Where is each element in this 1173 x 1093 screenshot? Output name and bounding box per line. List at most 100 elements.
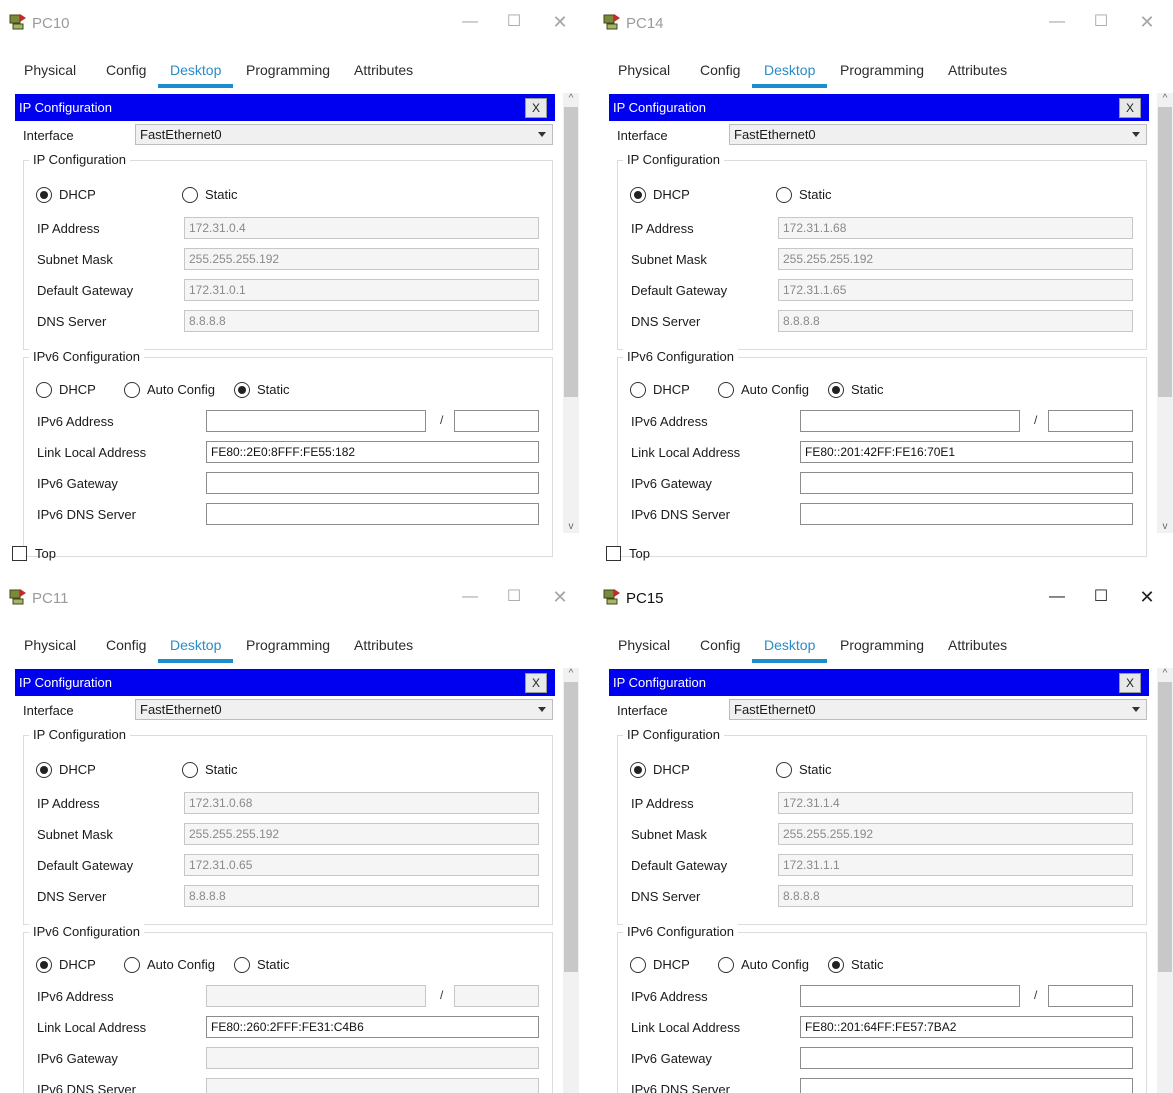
ipv4-static-radio[interactable]: Static — [182, 185, 238, 205]
tab-physical[interactable]: Physical — [618, 637, 670, 653]
dialog-close-button[interactable]: X — [525, 673, 547, 693]
title-bar[interactable]: PC15 — ☐ ✕ — [594, 575, 1173, 621]
ipv6-prefix-field[interactable] — [1048, 985, 1133, 1007]
ip-address-field[interactable]: 172.31.0.4 — [184, 217, 539, 239]
scrollbar[interactable]: ^ v — [563, 668, 579, 1093]
ipv4-dhcp-radio[interactable]: DHCP — [630, 185, 690, 205]
ipv4-dhcp-radio[interactable]: DHCP — [36, 760, 96, 780]
default-gateway-field[interactable]: 172.31.0.65 — [184, 854, 539, 876]
subnet-mask-field[interactable]: 255.255.255.192 — [184, 823, 539, 845]
link-local-field[interactable]: FE80::201:42FF:FE16:70E1 — [800, 441, 1133, 463]
dialog-close-button[interactable]: X — [1119, 673, 1141, 693]
tab-attributes[interactable]: Attributes — [948, 637, 1007, 653]
link-local-field[interactable]: FE80::2E0:8FFF:FE55:182 — [206, 441, 539, 463]
ip-address-field[interactable]: 172.31.1.4 — [778, 792, 1133, 814]
scroll-up-icon[interactable]: ^ — [565, 93, 577, 105]
subnet-mask-field[interactable]: 255.255.255.192 — [778, 823, 1133, 845]
ip-address-field[interactable]: 172.31.0.68 — [184, 792, 539, 814]
title-bar[interactable]: PC14 — ☐ ✕ — [594, 0, 1173, 46]
ipv6-static-radio[interactable]: Static — [234, 380, 290, 400]
dns-server-field[interactable]: 8.8.8.8 — [778, 310, 1133, 332]
ipv6-static-radio[interactable]: Static — [828, 380, 884, 400]
ipv6-dns-field[interactable] — [800, 503, 1133, 525]
interface-select[interactable]: FastEthernet0 — [135, 699, 553, 720]
ipv6-dhcp-radio[interactable]: DHCP — [36, 955, 96, 975]
ipv6-dns-field[interactable] — [206, 1078, 539, 1093]
interface-select[interactable]: FastEthernet0 — [135, 124, 553, 145]
link-local-field[interactable]: FE80::260:2FFF:FE31:C4B6 — [206, 1016, 539, 1038]
scroll-thumb[interactable] — [1158, 682, 1172, 972]
scroll-thumb[interactable] — [564, 107, 578, 397]
interface-select[interactable]: FastEthernet0 — [729, 124, 1147, 145]
title-bar[interactable]: PC10 — ☐ ✕ — [0, 0, 586, 46]
ipv4-dhcp-radio[interactable]: DHCP — [36, 185, 96, 205]
scroll-up-icon[interactable]: ^ — [565, 668, 577, 680]
ipv4-static-radio[interactable]: Static — [182, 760, 238, 780]
tab-physical[interactable]: Physical — [24, 62, 76, 78]
tab-desktop[interactable]: Desktop — [157, 62, 234, 88]
ipv6-dns-field[interactable] — [206, 503, 539, 525]
minimize-button[interactable]: — — [1037, 10, 1077, 34]
default-gateway-field[interactable]: 172.31.0.1 — [184, 279, 539, 301]
tab-programming[interactable]: Programming — [840, 62, 924, 78]
dns-server-field[interactable]: 8.8.8.8 — [184, 885, 539, 907]
interface-select[interactable]: FastEthernet0 — [729, 699, 1147, 720]
tab-programming[interactable]: Programming — [246, 62, 330, 78]
ipv6-dhcp-radio[interactable]: DHCP — [36, 380, 96, 400]
scrollbar[interactable]: ^ v — [1157, 668, 1173, 1093]
tab-programming[interactable]: Programming — [246, 637, 330, 653]
link-local-field[interactable]: FE80::201:64FF:FE57:7BA2 — [800, 1016, 1133, 1038]
ipv6-dhcp-radio[interactable]: DHCP — [630, 955, 690, 975]
minimize-button[interactable]: — — [450, 585, 490, 609]
ipv6-gateway-field[interactable] — [800, 1047, 1133, 1069]
ipv6-auto-config-radio[interactable]: Auto Config — [718, 380, 809, 400]
title-bar[interactable]: PC11 — ☐ ✕ — [0, 575, 586, 621]
tab-attributes[interactable]: Attributes — [948, 62, 1007, 78]
maximize-button[interactable]: ☐ — [1081, 10, 1121, 34]
scroll-thumb[interactable] — [1158, 107, 1172, 397]
close-button[interactable]: ✕ — [540, 10, 580, 34]
ipv6-address-field[interactable] — [206, 985, 426, 1007]
ipv6-gateway-field[interactable] — [206, 472, 539, 494]
ipv6-gateway-field[interactable] — [800, 472, 1133, 494]
minimize-button[interactable]: — — [450, 10, 490, 34]
top-checkbox[interactable]: Top — [12, 546, 56, 561]
checkbox-icon[interactable] — [606, 546, 621, 561]
tab-programming[interactable]: Programming — [840, 637, 924, 653]
dialog-close-button[interactable]: X — [525, 98, 547, 118]
ipv6-auto-config-radio[interactable]: Auto Config — [124, 380, 215, 400]
tab-config[interactable]: Config — [106, 637, 146, 653]
dialog-close-button[interactable]: X — [1119, 98, 1141, 118]
ip-address-field[interactable]: 172.31.1.68 — [778, 217, 1133, 239]
close-button[interactable]: ✕ — [1127, 585, 1167, 609]
ipv4-static-radio[interactable]: Static — [776, 185, 832, 205]
ipv6-address-field[interactable] — [206, 410, 426, 432]
tab-attributes[interactable]: Attributes — [354, 637, 413, 653]
tab-desktop[interactable]: Desktop — [751, 62, 828, 88]
close-button[interactable]: ✕ — [1127, 10, 1167, 34]
ipv6-dns-field[interactable] — [800, 1078, 1133, 1093]
ipv6-static-radio[interactable]: Static — [234, 955, 290, 975]
tab-config[interactable]: Config — [700, 62, 740, 78]
ipv6-prefix-field[interactable] — [454, 410, 539, 432]
tab-config[interactable]: Config — [106, 62, 146, 78]
scroll-thumb[interactable] — [564, 682, 578, 972]
default-gateway-field[interactable]: 172.31.1.1 — [778, 854, 1133, 876]
subnet-mask-field[interactable]: 255.255.255.192 — [778, 248, 1133, 270]
tab-desktop[interactable]: Desktop — [751, 637, 828, 663]
ipv4-static-radio[interactable]: Static — [776, 760, 832, 780]
ipv6-address-field[interactable] — [800, 410, 1020, 432]
ipv6-dhcp-radio[interactable]: DHCP — [630, 380, 690, 400]
ipv6-prefix-field[interactable] — [454, 985, 539, 1007]
maximize-button[interactable]: ☐ — [1081, 585, 1121, 609]
subnet-mask-field[interactable]: 255.255.255.192 — [184, 248, 539, 270]
tab-desktop[interactable]: Desktop — [157, 637, 234, 663]
tab-physical[interactable]: Physical — [24, 637, 76, 653]
tab-attributes[interactable]: Attributes — [354, 62, 413, 78]
scrollbar[interactable]: ^ v — [563, 93, 579, 533]
ipv6-auto-config-radio[interactable]: Auto Config — [718, 955, 809, 975]
tab-config[interactable]: Config — [700, 637, 740, 653]
ipv6-auto-config-radio[interactable]: Auto Config — [124, 955, 215, 975]
tab-physical[interactable]: Physical — [618, 62, 670, 78]
maximize-button[interactable]: ☐ — [494, 585, 534, 609]
